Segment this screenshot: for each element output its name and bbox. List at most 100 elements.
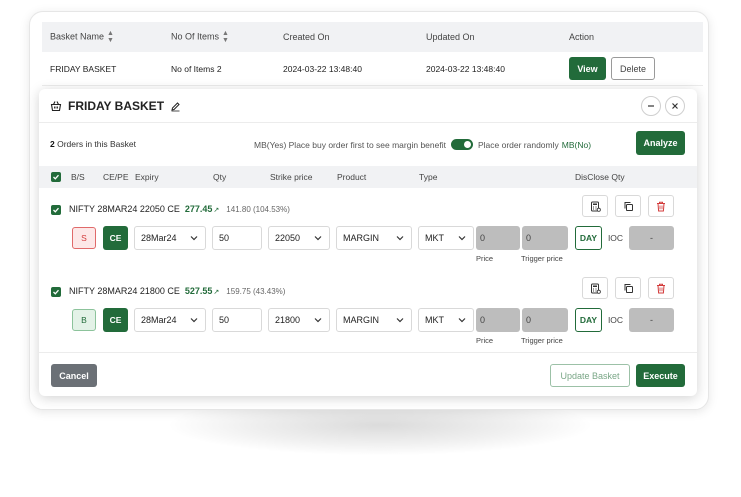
disclose-qty-input[interactable]: - (629, 226, 674, 250)
ioc-validity-button[interactable]: IOC (602, 226, 629, 250)
instrument-name: NIFTY 28MAR24 22050 CE (69, 204, 180, 214)
sort-icon[interactable]: ▲ ▼ (107, 30, 114, 44)
chevron-down-icon (314, 236, 322, 241)
instrument-line: NIFTY 28MAR24 22050 CE 277.45↗ 141.80 (104… (69, 204, 290, 214)
mb-no-text: MB(No) (561, 139, 592, 150)
expiry-select[interactable]: 28Mar24 (134, 308, 206, 332)
ce-pe-toggle[interactable]: CE (103, 308, 128, 332)
header-no-of-items[interactable]: No Of Items ▲ ▼ (171, 30, 229, 44)
created-on-cell: 2024-03-22 13:48:40 (283, 63, 362, 74)
change-value: 141.80 (104.53%) (226, 205, 290, 214)
copy-icon (624, 283, 633, 293)
orders-count: 2 Orders in this Basket (50, 139, 136, 149)
orders-header: B/S CE/PE Expiry Qty Strike price Produc… (39, 166, 697, 188)
delete-button[interactable]: Delete (611, 57, 655, 80)
col-product: Product (337, 172, 367, 182)
place-order-toggle[interactable] (450, 139, 473, 150)
copy-button[interactable] (615, 195, 641, 217)
chevron-down-icon (458, 236, 466, 241)
check-icon (53, 289, 59, 295)
mb-yes-text: MB(Yes) Place buy order first to see mar… (254, 139, 446, 150)
trigger-price-label: Trigger price (521, 336, 563, 345)
calculator-button[interactable] (582, 277, 608, 299)
updated-on-cell: 2024-03-22 13:48:40 (426, 63, 505, 74)
order-type-select[interactable]: MKT (418, 226, 474, 250)
chevron-down-icon (396, 318, 404, 323)
basket-list-table: Basket Name ▲ ▼ No Of Items ▲ ▼ Created On U… (42, 22, 703, 86)
select-all-checkbox[interactable] (51, 172, 61, 182)
calculator-button[interactable] (582, 195, 608, 217)
basket-modal: FRIDAY BASKET 2 Orders in this Basket MB… (39, 89, 697, 396)
table-row: FRIDAY BASKET No of Items 2 2024-03-22 1… (42, 52, 703, 86)
check-icon (53, 174, 59, 180)
copy-button[interactable] (615, 277, 641, 299)
execute-button[interactable]: Execute (636, 364, 685, 387)
order-type-select[interactable]: MKT (418, 308, 474, 332)
sell-toggle[interactable]: S (72, 227, 96, 249)
ce-pe-toggle[interactable]: CE (103, 226, 128, 250)
header-updated-on: Updated On (426, 32, 475, 42)
instrument-name: NIFTY 28MAR24 21800 CE (69, 286, 180, 296)
basket-name-cell: FRIDAY BASKET (50, 63, 117, 74)
view-button[interactable]: View (569, 57, 606, 80)
chevron-down-icon (190, 318, 198, 323)
ltp-value: 527.55 (184, 286, 213, 296)
trigger-price-input[interactable]: 0 (522, 308, 568, 332)
header-basket-name[interactable]: Basket Name ▲ ▼ (50, 30, 114, 44)
product-select[interactable]: MARGIN (336, 308, 412, 332)
strike-select[interactable]: 21800 (268, 308, 330, 332)
qty-input[interactable]: 50 (212, 226, 262, 250)
divider (39, 122, 697, 123)
delete-order-button[interactable] (648, 277, 674, 299)
chevron-down-icon (190, 236, 198, 241)
ioc-validity-button[interactable]: IOC (602, 308, 629, 332)
header-created-on: Created On (283, 32, 330, 42)
sort-icon[interactable]: ▲ ▼ (222, 30, 229, 44)
trigger-price-label: Trigger price (521, 254, 563, 263)
analyze-button[interactable]: Analyze (636, 131, 685, 155)
day-validity-button[interactable]: DAY (575, 226, 602, 250)
trash-icon (657, 283, 665, 293)
close-button[interactable] (665, 96, 685, 116)
check-icon (53, 207, 59, 213)
col-qty: Qty (213, 172, 227, 182)
minus-icon (648, 105, 654, 107)
delete-order-button[interactable] (648, 195, 674, 217)
col-disclose: DisClose Qty (575, 172, 625, 182)
divider (39, 352, 697, 353)
chevron-down-icon (396, 236, 404, 241)
price-label: Price (476, 336, 494, 345)
margin-benefit-controls: MB(Yes) Place buy order first to see mar… (254, 139, 591, 150)
order-checkbox[interactable] (51, 205, 61, 215)
strike-select[interactable]: 22050 (268, 226, 330, 250)
col-expiry: Expiry (135, 172, 159, 182)
expiry-select[interactable]: 28Mar24 (134, 226, 206, 250)
trigger-price-input[interactable]: 0 (522, 226, 568, 250)
cancel-button[interactable]: Cancel (51, 364, 97, 387)
disclose-qty-input[interactable]: - (629, 308, 674, 332)
col-type: Type (419, 172, 438, 182)
col-bs: B/S (71, 172, 85, 182)
day-validity-button[interactable]: DAY (575, 308, 602, 332)
price-input[interactable]: 0 (476, 226, 520, 250)
modal-title: FRIDAY BASKET (50, 99, 187, 113)
random-order-text: Place order randomly (477, 139, 559, 150)
product-select[interactable]: MARGIN (336, 226, 412, 250)
modal-title-text: FRIDAY BASKET (68, 99, 165, 113)
calculator-icon (590, 201, 601, 212)
change-value: 159.75 (43.43%) (226, 287, 286, 296)
basket-icon (50, 101, 62, 112)
price-input[interactable]: 0 (476, 308, 520, 332)
arrow-up-right-icon: ↗ (213, 289, 220, 296)
buy-toggle[interactable]: B (72, 309, 96, 331)
trash-icon (657, 201, 665, 211)
order-checkbox[interactable] (51, 287, 61, 297)
update-basket-button[interactable]: Update Basket (550, 364, 630, 387)
minimize-button[interactable] (641, 96, 661, 116)
chevron-down-icon (314, 318, 322, 323)
col-strike: Strike price (270, 172, 313, 182)
pencil-icon[interactable] (170, 101, 181, 112)
arrow-up-right-icon: ↗ (213, 207, 220, 214)
close-icon (672, 103, 678, 109)
qty-input[interactable]: 50 (212, 308, 262, 332)
